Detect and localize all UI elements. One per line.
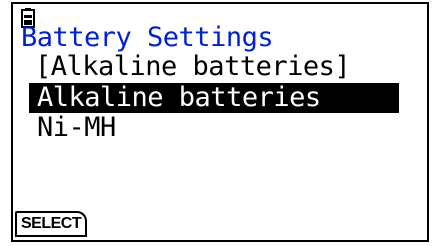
option-ni-mh[interactable]: Ni-MH xyxy=(29,113,409,143)
page-title: Battery Settings xyxy=(21,22,274,53)
select-softkey[interactable]: SELECT xyxy=(15,211,88,237)
option-list: Alkaline batteries Ni-MH xyxy=(29,83,409,143)
option-alkaline-batteries[interactable]: Alkaline batteries xyxy=(29,83,399,113)
calculator-screen: Battery Settings [Alkaline batteries] Al… xyxy=(11,2,429,242)
current-setting: [Alkaline batteries] xyxy=(35,51,351,82)
